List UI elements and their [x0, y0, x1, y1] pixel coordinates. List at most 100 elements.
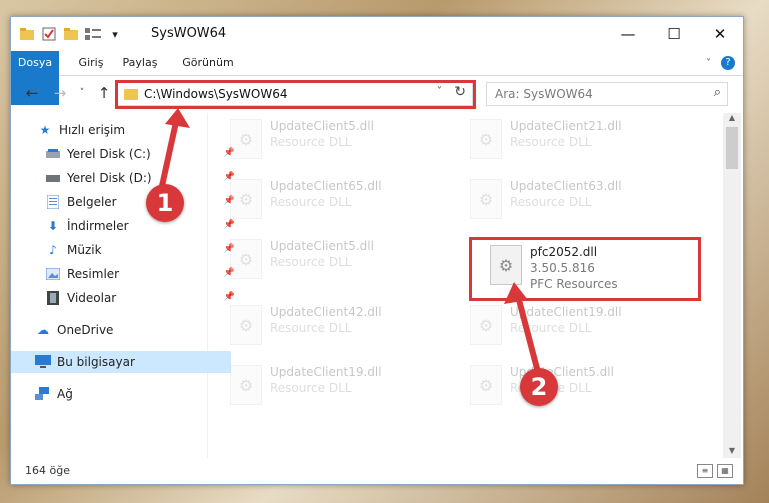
- file-item[interactable]: ⚙ UpdateClient5.dll Resource DLL: [458, 359, 688, 413]
- cloud-icon: ☁: [37, 323, 49, 337]
- view-options-icon[interactable]: [85, 26, 101, 42]
- back-arrow-icon[interactable]: ←: [23, 84, 41, 102]
- maximize-button[interactable]: ☐: [651, 17, 697, 51]
- file-name: UpdateClient5.dll: [270, 239, 374, 253]
- tab-share[interactable]: Paylaş: [115, 51, 165, 75]
- sidebar-item-label: Resimler: [67, 267, 120, 281]
- explorer-window: ▾ SysWOW64 — ☐ ✕ Dosya Giriş Paylaş Görü…: [10, 16, 744, 485]
- file-description: Resource DLL: [270, 255, 352, 269]
- file-description: PFC Resources: [530, 277, 618, 291]
- minimize-button[interactable]: —: [605, 17, 651, 51]
- pictures-icon: [45, 266, 61, 282]
- file-item-pfc2052[interactable]: ⚙ pfc2052.dll 3.50.5.816 PFC Resources: [478, 239, 708, 293]
- file-description: Resource DLL: [510, 321, 592, 335]
- sidebar-item-label: Yerel Disk (C:): [67, 147, 151, 161]
- sidebar-item-label: Yerel Disk (D:): [67, 171, 152, 185]
- file-item[interactable]: ⚙ UpdateClient65.dll Resource DLL: [218, 173, 448, 227]
- item-count: 164 öğe: [25, 464, 70, 477]
- file-description: Resource DLL: [270, 381, 352, 395]
- up-arrow-icon[interactable]: ↑: [95, 84, 113, 102]
- file-name: UpdateClient21.dll: [510, 119, 622, 133]
- ribbon-tabs: Dosya Giriş Paylaş Görünüm ˅ ?: [11, 51, 743, 105]
- details-view-icon[interactable]: ≡: [697, 464, 713, 478]
- sidebar-item-network[interactable]: Ağ: [11, 383, 231, 405]
- download-icon: ⬇: [47, 219, 59, 233]
- dll-file-icon: ⚙: [470, 179, 502, 219]
- sidebar-item-label: Ağ: [57, 387, 73, 401]
- sidebar-item-documents[interactable]: Belgeler 📌: [11, 191, 241, 213]
- sidebar-item-music[interactable]: ♪ Müzik 📌: [11, 239, 241, 261]
- scrollbar-thumb[interactable]: [726, 127, 738, 169]
- vertical-scrollbar[interactable]: ▲ ▼: [723, 113, 741, 458]
- file-description: Resource DLL: [270, 135, 352, 149]
- sidebar-item-label: Bu bilgisayar: [57, 355, 135, 369]
- document-icon: [45, 194, 61, 210]
- address-bar[interactable]: C:\Windows\SysWOW64 ˅ ↻: [117, 82, 473, 106]
- sidebar-item-label: OneDrive: [57, 323, 114, 337]
- file-name: UpdateClient42.dll: [270, 305, 382, 319]
- sidebar-item-this-pc[interactable]: Bu bilgisayar: [11, 351, 231, 373]
- file-item[interactable]: ⚙ UpdateClient19.dll Resource DLL: [458, 299, 688, 353]
- sidebar-item-label: İndirmeler: [67, 219, 129, 233]
- search-box[interactable]: Ara: SysWOW64 ⌕: [486, 82, 728, 106]
- computer-icon: [35, 354, 51, 370]
- file-name: UpdateClient65.dll: [270, 179, 382, 193]
- file-item[interactable]: ⚙ UpdateClient19.dll Resource DLL: [218, 359, 448, 413]
- file-description: Resource DLL: [270, 195, 352, 209]
- file-item[interactable]: ⚙ UpdateClient63.dll Resource DLL: [458, 173, 688, 227]
- tab-view[interactable]: Görünüm: [177, 51, 239, 75]
- file-description: Resource DLL: [270, 321, 352, 335]
- folder-icon: [19, 26, 35, 42]
- new-folder-icon[interactable]: [63, 26, 79, 42]
- scroll-up-icon[interactable]: ▲: [723, 113, 741, 125]
- scroll-down-icon[interactable]: ▼: [723, 446, 741, 458]
- tiles-view-icon[interactable]: ▦: [717, 464, 733, 478]
- tab-home[interactable]: Giriş: [71, 51, 111, 75]
- navigation-bar: ← → ˅ ↑ C:\Windows\SysWOW64 ˅ ↻ Ara: Sys…: [11, 76, 743, 110]
- file-version: 3.50.5.816: [530, 261, 595, 275]
- navigation-pane: ★ Hızlı erişim Yerel Disk (C:) 📌 Yerel D…: [11, 113, 235, 458]
- file-item[interactable]: ⚙ UpdateClient5.dll Resource DLL: [218, 233, 448, 287]
- search-icon[interactable]: ⌕: [714, 85, 721, 100]
- window-title: SysWOW64: [151, 26, 227, 41]
- file-name: UpdateClient19.dll: [510, 305, 622, 319]
- sidebar-item-downloads[interactable]: ⬇ İndirmeler 📌: [11, 215, 241, 237]
- dll-file-icon: ⚙: [470, 119, 502, 159]
- help-icon[interactable]: ?: [721, 56, 735, 70]
- quick-access-toolbar: ▾: [19, 26, 123, 42]
- file-name: UpdateClient63.dll: [510, 179, 622, 193]
- callout-2: 2: [520, 368, 558, 406]
- forward-arrow-icon[interactable]: →: [51, 84, 69, 102]
- ribbon-controls: ˅ ?: [706, 51, 743, 75]
- file-name: pfc2052.dll: [530, 245, 598, 259]
- search-placeholder: Ara: SysWOW64: [495, 87, 593, 101]
- dll-file-icon: ⚙: [230, 119, 262, 159]
- sidebar-item-onedrive[interactable]: ☁ OneDrive: [11, 319, 231, 341]
- expand-ribbon-icon[interactable]: ˅: [706, 58, 711, 69]
- title-bar: ▾ SysWOW64 — ☐ ✕: [11, 17, 743, 51]
- sidebar-item-local-disk-d[interactable]: Yerel Disk (D:) 📌: [11, 167, 241, 189]
- sidebar-item-quick-access[interactable]: ★ Hızlı erişim: [11, 119, 233, 141]
- folder-icon: [124, 88, 138, 100]
- refresh-icon[interactable]: ↻: [454, 84, 466, 100]
- file-name: UpdateClient5.dll: [270, 119, 374, 133]
- file-description: Resource DLL: [510, 195, 592, 209]
- file-item[interactable]: ⚙ UpdateClient21.dll Resource DLL: [458, 113, 688, 167]
- sidebar-item-local-disk-c[interactable]: Yerel Disk (C:) 📌: [11, 143, 241, 165]
- recent-locations-icon[interactable]: ˅: [73, 88, 91, 98]
- sidebar-item-videos[interactable]: Videolar 📌: [11, 287, 241, 309]
- file-item[interactable]: ⚙ UpdateClient42.dll Resource DLL: [218, 299, 448, 353]
- network-icon: [35, 386, 51, 402]
- file-name: UpdateClient19.dll: [270, 365, 382, 379]
- dll-file-icon: ⚙: [230, 179, 262, 219]
- sidebar-item-pictures[interactable]: Resimler 📌: [11, 263, 241, 285]
- customize-toolbar-icon[interactable]: ▾: [107, 26, 123, 42]
- drive-icon: [45, 170, 61, 186]
- close-button[interactable]: ✕: [697, 17, 743, 51]
- dll-file-icon: ⚙: [490, 245, 522, 285]
- address-dropdown-icon[interactable]: ˅: [437, 86, 442, 97]
- sidebar-item-label: Hızlı erişim: [59, 123, 126, 137]
- file-list: ⚙ UpdateClient5.dll Resource DLL ⚙ Updat…: [208, 113, 723, 458]
- properties-icon[interactable]: [41, 26, 57, 42]
- file-item[interactable]: ⚙ UpdateClient5.dll Resource DLL: [218, 113, 448, 167]
